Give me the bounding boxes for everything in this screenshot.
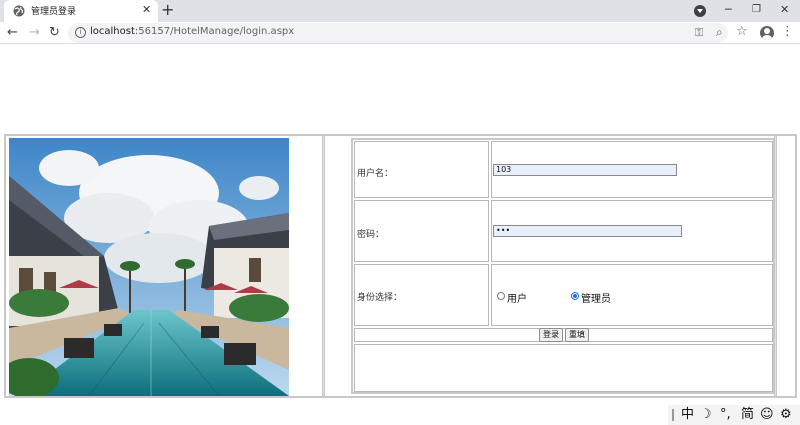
zoom-icon[interactable]: ⌕	[716, 25, 723, 40]
moon-icon[interactable]: ☽	[700, 406, 712, 424]
role-user-radio[interactable]	[497, 292, 505, 300]
role-label: 身份选择：	[357, 293, 403, 303]
ime-simplified-mode[interactable]: 简	[741, 406, 754, 424]
back-arrow-icon[interactable]: ←	[7, 24, 18, 42]
column-divider	[322, 136, 325, 396]
ime-chinese-mode[interactable]: 中	[681, 406, 694, 424]
login-form: 用户名： 103 密码： ••• 身份选择： 用户 管理员 登录 重填	[351, 138, 775, 394]
chrome-profile-icon[interactable]	[694, 5, 706, 17]
globe-icon	[13, 5, 25, 17]
info-icon[interactable]: i	[75, 27, 86, 38]
close-window-button[interactable]: ✕	[780, 1, 789, 19]
menu-icon[interactable]: ⋮	[781, 25, 794, 39]
reset-button[interactable]: 重填	[565, 328, 589, 342]
ime-punctuation-mode[interactable]: °,	[720, 406, 731, 424]
tab-title: 管理员登录	[31, 7, 77, 17]
gear-icon[interactable]: ⚙	[780, 406, 792, 424]
new-tab-button[interactable]: +	[161, 1, 174, 19]
password-label: 密码：	[357, 230, 385, 240]
url-text[interactable]: localhost:56157/HotelManage/login.aspx	[90, 26, 294, 37]
emoji-icon[interactable]: ☺	[760, 406, 774, 424]
username-label: 用户名：	[357, 169, 394, 179]
browser-toolbar: ← → ↻ i localhost:56157/HotelManage/logi…	[0, 22, 800, 44]
browser-tab[interactable]: 管理员登录 ✕	[4, 0, 158, 22]
tab-close-icon[interactable]: ✕	[142, 3, 151, 17]
role-options-cell: 用户 管理员	[491, 264, 773, 326]
buttons-cell: 登录 重填	[354, 328, 773, 342]
username-input[interactable]: 103	[493, 164, 677, 176]
role-user-label[interactable]: 用户	[507, 290, 527, 305]
username-input-cell: 103	[491, 141, 773, 198]
login-button[interactable]: 登录	[539, 328, 563, 342]
role-admin-radio[interactable]	[571, 292, 579, 300]
username-label-cell: 用户名：	[354, 141, 489, 198]
message-cell	[354, 344, 773, 392]
login-layout-table: 用户名： 103 密码： ••• 身份选择： 用户 管理员 登录 重填	[4, 134, 797, 398]
ime-toolbar: 中 ☽ °, 简 ☺ ⚙	[668, 405, 800, 425]
password-input[interactable]: •••	[493, 225, 682, 237]
password-input-cell: •••	[491, 200, 773, 262]
address-bar[interactable]: i localhost:56157/HotelManage/login.aspx…	[68, 23, 728, 43]
hotel-pool-photo	[9, 138, 289, 396]
url-path: :56157/HotelManage/login.aspx	[134, 26, 295, 37]
password-label-cell: 密码：	[354, 200, 489, 262]
key-icon[interactable]: ⚿	[695, 26, 703, 40]
minimize-button[interactable]: ─	[725, 1, 732, 19]
ime-grip-handle[interactable]	[672, 409, 674, 421]
forward-arrow-icon[interactable]: →	[29, 24, 40, 42]
role-admin-label[interactable]: 管理员	[581, 290, 611, 305]
url-host: localhost	[90, 26, 135, 37]
bookmark-star-icon[interactable]: ☆	[736, 24, 748, 39]
role-label-cell: 身份选择：	[354, 264, 489, 326]
maximize-button[interactable]: ❐	[752, 1, 761, 19]
avatar-icon[interactable]	[760, 26, 774, 40]
reload-icon[interactable]: ↻	[49, 24, 60, 42]
tab-strip: 管理员登录 ✕ + ─ ❐ ✕	[0, 0, 800, 22]
